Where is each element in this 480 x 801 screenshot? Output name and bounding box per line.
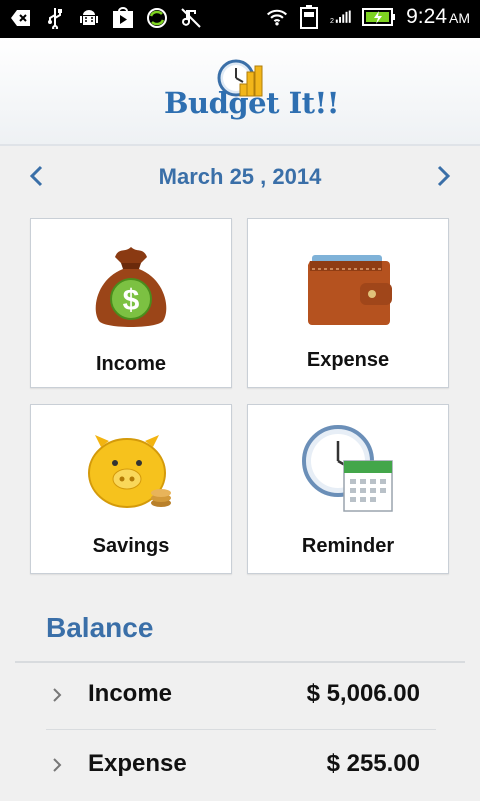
play-store-icon — [112, 7, 134, 29]
next-date-button[interactable] — [430, 162, 456, 190]
current-date: March 25 , 2014 — [158, 164, 322, 189]
status-right: 2 9:24 AM — [266, 5, 470, 29]
clock-ampm: AM — [449, 10, 470, 26]
balance-heading: Balance — [46, 612, 154, 643]
status-bar: 2 9:24 AM — [0, 0, 480, 38]
row-separator — [46, 729, 436, 730]
back-icon — [10, 7, 32, 29]
svg-text:2: 2 — [330, 17, 334, 25]
clock-calendar-icon — [302, 425, 393, 512]
savings-tile-label: Savings — [92, 535, 170, 557]
balance-row-label: Expense — [88, 750, 187, 777]
expense-tile-label: Expense — [306, 349, 390, 371]
battery-charging-icon — [362, 6, 396, 28]
reminder-tile[interactable]: Reminder — [247, 404, 449, 574]
sync-icon — [146, 7, 168, 29]
wifi-icon — [266, 6, 288, 28]
date-navigation: March 25 , 2014 — [0, 146, 480, 206]
money-bag-icon: $ — [95, 247, 167, 327]
clock: 9:24 AM — [406, 5, 470, 29]
usb-icon — [44, 7, 66, 29]
chevron-right-icon — [437, 165, 451, 187]
chevron-right-icon — [53, 758, 62, 772]
balance-row-amount: $ 255.00 — [326, 750, 420, 777]
wallet-icon — [308, 255, 392, 325]
music-off-icon — [180, 7, 202, 29]
balance-row-amount: $ 5,006.00 — [306, 680, 420, 707]
android-debug-icon — [78, 7, 100, 29]
income-tile-label: Income — [95, 353, 167, 375]
status-left — [10, 7, 202, 29]
expense-tile[interactable]: Expense — [247, 218, 449, 388]
signal-icon: 2 — [330, 6, 352, 28]
app-header: Budget It!! — [0, 38, 480, 146]
income-tile[interactable]: $ Income — [30, 218, 232, 388]
clock-time: 9:24 — [406, 5, 447, 28]
logo-text: Budget It!! — [164, 86, 340, 120]
reminder-tile-label: Reminder — [301, 535, 395, 557]
chevron-right-icon — [53, 688, 62, 702]
battery-saver-icon — [298, 5, 320, 29]
balance-row-expense[interactable]: Expense $ 255.00 — [40, 733, 440, 801]
piggy-bank-icon — [88, 435, 171, 508]
balance-row-income[interactable]: Income $ 5,006.00 — [40, 663, 440, 731]
app-logo: Budget It!! — [164, 58, 340, 138]
balance-row-label: Income — [88, 680, 173, 707]
svg-text:$: $ — [123, 284, 140, 317]
savings-tile[interactable]: Savings — [30, 404, 232, 574]
